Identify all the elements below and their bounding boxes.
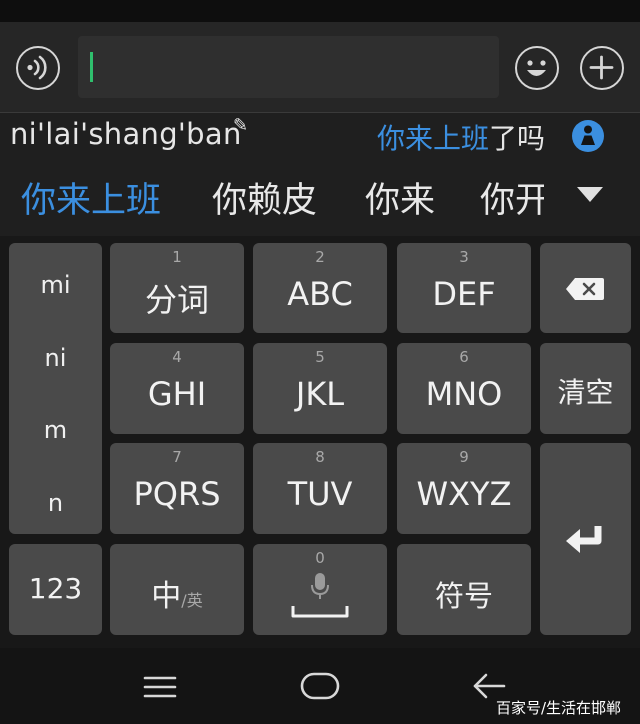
key-label: 分词 <box>144 281 209 319</box>
t9-keyboard: mi ni m n 1 分词 2 ABC 3 DEF 4 GHI 5 JKL 6… <box>0 236 640 648</box>
key-number: 4 <box>172 348 182 366</box>
key-label: GHI <box>147 375 207 413</box>
language-main: 中 <box>151 579 182 614</box>
key-8-tuv[interactable]: 8 TUV <box>253 443 387 534</box>
key-number: 9 <box>459 448 469 466</box>
key-label: PQRS <box>133 475 221 513</box>
key-label: JKL <box>295 375 345 413</box>
key-3-def[interactable]: 3 DEF <box>397 243 531 333</box>
plus-icon <box>589 55 614 80</box>
enter-key[interactable] <box>540 443 631 635</box>
triangle-down-icon[interactable] <box>575 183 605 205</box>
key-4-ghi[interactable]: 4 GHI <box>110 343 244 434</box>
candidate-bar: 你来上班 你赖皮 你来 你开 <box>0 156 640 236</box>
key-5-jkl[interactable]: 5 JKL <box>253 343 387 434</box>
key-label: DEF <box>432 275 496 313</box>
message-input[interactable] <box>78 36 499 98</box>
key-label: ABC <box>287 275 353 313</box>
key-number: 2 <box>315 248 325 266</box>
key-number: 6 <box>459 348 469 366</box>
watermark-text: 百家号/生活在邯郸 <box>496 699 622 717</box>
symbol-key[interactable]: 符号 <box>397 544 531 635</box>
key-9-wxyz[interactable]: 9 WXYZ <box>397 443 531 534</box>
key-number: 5 <box>315 348 325 366</box>
candidate-overflow: 你开 <box>480 172 544 220</box>
key-number: 3 <box>459 248 469 266</box>
symbol-label: 符号 <box>434 579 493 613</box>
language-sub: /英 <box>181 591 203 610</box>
numeric-label: 123 <box>28 572 83 605</box>
pencil-icon[interactable]: ✎ <box>233 115 248 136</box>
prediction-highlight: 你来上班 <box>377 122 490 155</box>
smiley-icon <box>527 60 546 76</box>
syllable-item[interactable]: m <box>9 416 102 444</box>
backspace-key[interactable] <box>540 243 631 333</box>
prediction-rest: 了吗 <box>489 122 546 155</box>
key-number: 8 <box>315 448 325 466</box>
key-6-mno[interactable]: 6 MNO <box>397 343 531 434</box>
syllable-item[interactable]: ni <box>9 344 102 372</box>
key-number: 1 <box>172 248 182 266</box>
chat-input-bar <box>0 22 640 112</box>
key-label: TUV <box>287 475 353 513</box>
pinyin-syllable-column[interactable]: mi ni m n <box>9 243 102 534</box>
key-number: 0 <box>315 549 325 567</box>
clear-key[interactable]: 清空 <box>540 343 631 434</box>
candidate-item[interactable]: 你开 <box>480 172 544 220</box>
space-key[interactable]: 0 <box>253 544 387 635</box>
candidate-item[interactable]: 你来上班 <box>21 172 161 223</box>
space-bar-icon <box>291 606 349 618</box>
language-switch-key[interactable]: 中/英 <box>110 544 244 635</box>
pinyin-text[interactable]: ni'lai'shang'ban <box>10 117 242 151</box>
more-button[interactable] <box>580 46 624 90</box>
phrase-prediction[interactable]: 你来上班了吗 <box>377 117 545 157</box>
key-1-segment[interactable]: 1 分词 <box>110 243 244 333</box>
key-7-pqrs[interactable]: 7 PQRS <box>110 443 244 534</box>
microphone-icon <box>311 573 329 599</box>
text-caret <box>90 52 93 82</box>
blue-person-icon[interactable] <box>571 119 605 153</box>
candidate-item[interactable]: 你赖皮 <box>212 172 317 223</box>
numeric-key[interactable]: 123 <box>9 544 102 635</box>
candidate-item[interactable]: 你来 <box>365 172 435 223</box>
syllable-item[interactable]: mi <box>9 271 102 299</box>
key-number: 7 <box>172 448 182 466</box>
pinyin-bar: ni'lai'shang'ban ✎ 你来上班了吗 <box>0 112 640 156</box>
key-label: WXYZ <box>416 475 512 513</box>
clear-label: 清空 <box>557 376 614 409</box>
voice-wave-icon <box>27 55 47 80</box>
enter-return-icon <box>566 526 602 553</box>
backspace-icon <box>566 278 604 300</box>
emoji-button[interactable] <box>515 46 559 90</box>
back-arrow-icon[interactable] <box>472 672 506 700</box>
voice-button[interactable] <box>16 46 60 90</box>
home-pill-icon[interactable] <box>300 672 340 700</box>
language-label: 中/英 <box>110 571 244 615</box>
key-2-abc[interactable]: 2 ABC <box>253 243 387 333</box>
key-label: MNO <box>425 375 503 413</box>
menu-lines-icon[interactable] <box>143 675 177 699</box>
syllable-item[interactable]: n <box>9 489 102 517</box>
status-strip <box>0 0 640 22</box>
